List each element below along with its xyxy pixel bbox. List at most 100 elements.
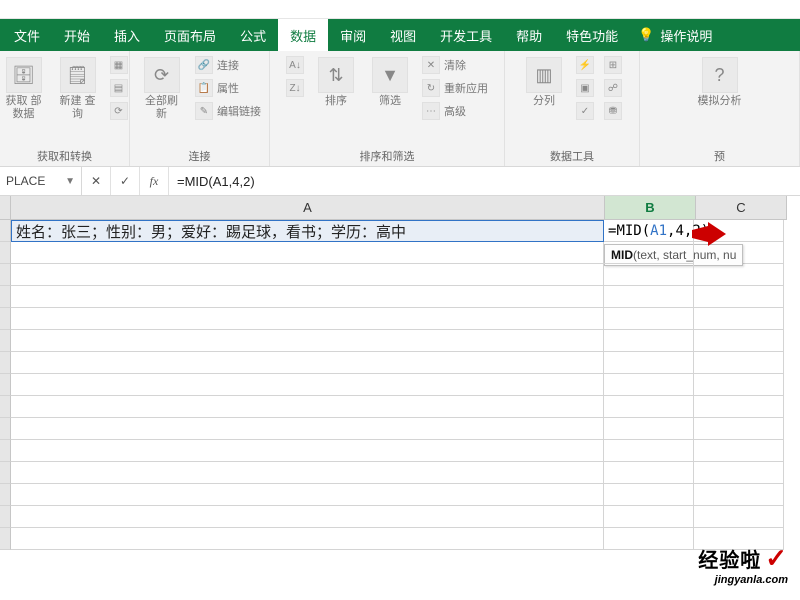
tab-insert[interactable]: 插入 (102, 19, 152, 51)
row-hdr-6[interactable] (0, 330, 11, 352)
cell-c7[interactable] (694, 352, 784, 374)
cell-a7[interactable] (11, 352, 604, 374)
tell-me[interactable]: 💡 操作说明 (630, 19, 720, 51)
row-hdr-10[interactable] (0, 418, 11, 440)
data-validation-button[interactable]: ✓ (574, 101, 596, 121)
sort-desc-button[interactable]: Z↓ (284, 78, 306, 98)
new-query-button[interactable]: 🗒 新建 查询 (54, 55, 102, 123)
cell-a11[interactable] (11, 440, 604, 462)
col-header-b[interactable]: B (605, 196, 696, 220)
cell-c8[interactable] (694, 374, 784, 396)
tab-help[interactable]: 帮助 (504, 19, 554, 51)
properties-button[interactable]: 📋属性 (193, 78, 263, 98)
whatif-button[interactable]: ? 模拟分析 (694, 55, 746, 110)
text-to-columns-button[interactable]: ▥ 分列 (520, 55, 568, 110)
cell-c9[interactable] (694, 396, 784, 418)
cell-c11[interactable] (694, 440, 784, 462)
cell-a6[interactable] (11, 330, 604, 352)
sort-asc-button[interactable]: A↓ (284, 55, 306, 75)
cell-b5[interactable] (604, 308, 694, 330)
insert-function-button[interactable]: fx (140, 167, 169, 195)
tab-file[interactable]: 文件 (2, 19, 52, 51)
edit-links-button[interactable]: ✎编辑链接 (193, 101, 263, 121)
cell-c14[interactable] (694, 506, 784, 528)
cell-a15[interactable] (11, 528, 604, 550)
name-box-dropdown-icon[interactable]: ▼ (65, 176, 75, 187)
row-hdr-1[interactable] (0, 220, 11, 242)
cell-a14[interactable] (11, 506, 604, 528)
cell-b1[interactable]: =MID(A1,4,2) MID(text, start_num, nu (604, 220, 694, 242)
cell-c3[interactable] (694, 264, 784, 286)
cell-a12[interactable] (11, 462, 604, 484)
tab-developer[interactable]: 开发工具 (428, 19, 504, 51)
col-header-c[interactable]: C (696, 196, 787, 220)
row-hdr-15[interactable] (0, 528, 11, 550)
name-box[interactable]: PLACE ▼ (0, 167, 82, 195)
cell-a13[interactable] (11, 484, 604, 506)
tab-formulas[interactable]: 公式 (228, 19, 278, 51)
tab-page-layout[interactable]: 页面布局 (152, 19, 228, 51)
cell-c13[interactable] (694, 484, 784, 506)
from-table-button[interactable]: ▤ (108, 78, 130, 98)
tab-special[interactable]: 特色功能 (554, 19, 630, 51)
cell-a10[interactable] (11, 418, 604, 440)
cell-c6[interactable] (694, 330, 784, 352)
cell-a2[interactable] (11, 242, 604, 264)
cell-b9[interactable] (604, 396, 694, 418)
row-hdr-7[interactable] (0, 352, 11, 374)
cell-b6[interactable] (604, 330, 694, 352)
tab-review[interactable]: 审阅 (328, 19, 378, 51)
tab-view[interactable]: 视图 (378, 19, 428, 51)
clear-filter-button[interactable]: ✕清除 (420, 55, 490, 75)
cell-b7[interactable] (604, 352, 694, 374)
recent-sources-button[interactable]: ⟳ (108, 101, 130, 121)
formula-input[interactable]: =MID(A1,4,2) (169, 167, 800, 195)
cell-b2[interactable] (604, 242, 694, 264)
cell-b3[interactable] (604, 264, 694, 286)
row-hdr-13[interactable] (0, 484, 11, 506)
cell-c5[interactable] (694, 308, 784, 330)
cell-b8[interactable] (604, 374, 694, 396)
cell-a1[interactable]: 姓名：张三；性别：男；爱好：踢足球，看书；学历：高中 (11, 220, 604, 242)
cell-b10[interactable] (604, 418, 694, 440)
cell-c4[interactable] (694, 286, 784, 308)
confirm-button[interactable]: ✓ (111, 167, 140, 195)
cell-a8[interactable] (11, 374, 604, 396)
row-hdr-5[interactable] (0, 308, 11, 330)
row-hdr-2[interactable] (0, 242, 11, 264)
get-external-data-button[interactable]: 🗄 获取 部数据 (0, 55, 48, 123)
row-hdr-3[interactable] (0, 264, 11, 286)
row-hdr-14[interactable] (0, 506, 11, 528)
tab-home[interactable]: 开始 (52, 19, 102, 51)
reapply-button[interactable]: ↻重新应用 (420, 78, 490, 98)
filter-button[interactable]: ▼ 筛选 (366, 55, 414, 110)
col-header-a[interactable]: A (11, 196, 605, 220)
cell-b4[interactable] (604, 286, 694, 308)
cell-b13[interactable] (604, 484, 694, 506)
consolidate-button[interactable]: ⊞ (602, 55, 624, 75)
refresh-all-button[interactable]: ⟳ 全部刷新 (136, 55, 187, 123)
row-hdr-8[interactable] (0, 374, 11, 396)
row-hdr-4[interactable] (0, 286, 11, 308)
row-hdr-12[interactable] (0, 462, 11, 484)
flash-fill-button[interactable]: ⚡ (574, 55, 596, 75)
remove-dup-button[interactable]: ▣ (574, 78, 596, 98)
cell-b14[interactable] (604, 506, 694, 528)
connections-button[interactable]: 🔗连接 (193, 55, 263, 75)
relationships-button[interactable]: ☍ (602, 78, 624, 98)
cell-a5[interactable] (11, 308, 604, 330)
manage-model-button[interactable]: ⛃ (602, 101, 624, 121)
cell-a4[interactable] (11, 286, 604, 308)
row-hdr-9[interactable] (0, 396, 11, 418)
cell-a9[interactable] (11, 396, 604, 418)
sort-button[interactable]: ⇅ 排序 (312, 55, 360, 110)
row-hdr-11[interactable] (0, 440, 11, 462)
select-all-corner[interactable] (0, 196, 11, 220)
show-queries-button[interactable]: ▦ (108, 55, 130, 75)
cell-c12[interactable] (694, 462, 784, 484)
cell-b12[interactable] (604, 462, 694, 484)
tab-data[interactable]: 数据 (278, 19, 328, 51)
cell-b11[interactable] (604, 440, 694, 462)
cell-a3[interactable] (11, 264, 604, 286)
cell-c10[interactable] (694, 418, 784, 440)
